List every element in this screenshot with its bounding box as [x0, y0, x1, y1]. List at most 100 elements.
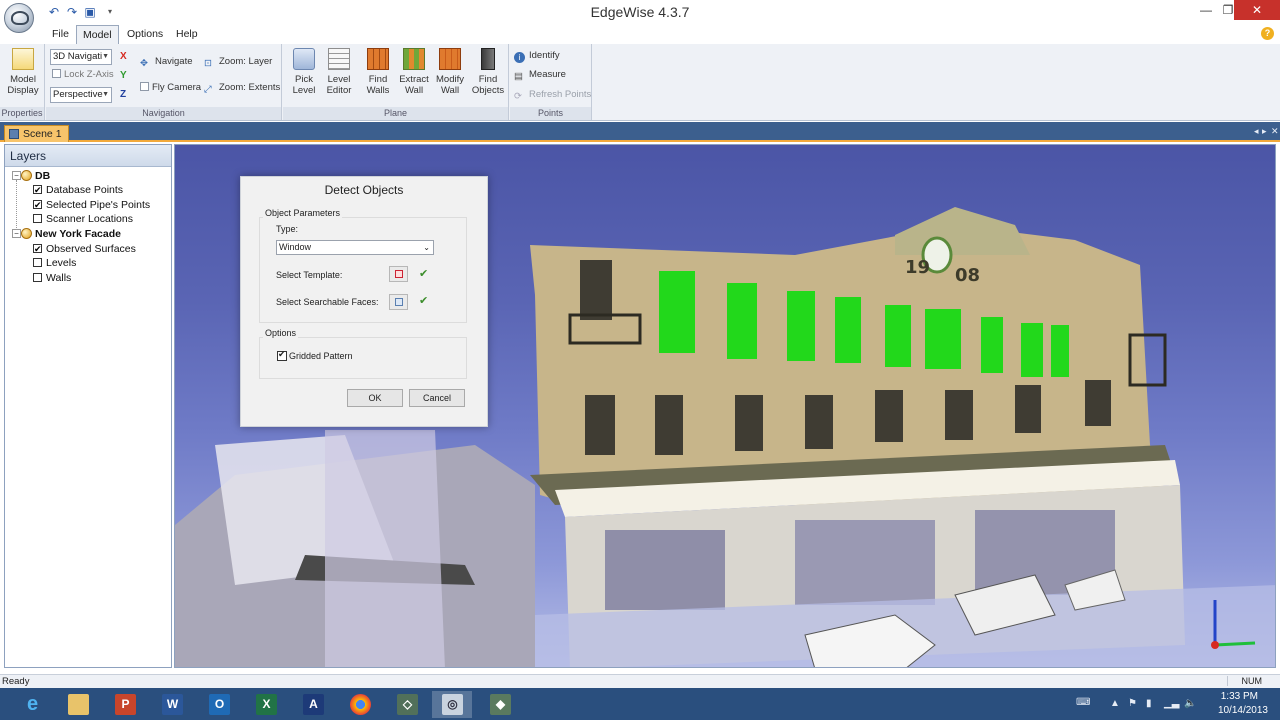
checkbox-walls[interactable]: [33, 273, 42, 282]
expand-facade-icon[interactable]: −: [12, 229, 21, 238]
signal-icon[interactable]: ▁▃: [1164, 698, 1179, 709]
facade-window: [735, 395, 763, 451]
tab-model[interactable]: Model: [76, 25, 119, 44]
scroll-right-icon[interactable]: ▸: [1262, 126, 1267, 137]
select-faces-button[interactable]: [389, 294, 408, 310]
identify-button[interactable]: i Identify: [514, 49, 560, 63]
type-select[interactable]: Window ⌄: [276, 240, 434, 255]
app3-taskbar-button[interactable]: ◆: [480, 691, 520, 718]
find-objects-icon: [481, 48, 495, 70]
layer-observed-surfaces[interactable]: Observed Surfaces: [33, 242, 136, 256]
extract-wall-label-2: Wall: [404, 85, 424, 96]
axis-z-button[interactable]: Z: [120, 89, 126, 100]
layer-db[interactable]: DB: [21, 169, 50, 183]
tab-scene-1[interactable]: Scene 1: [4, 125, 69, 142]
fly-camera-checkbox[interactable]: Fly Camera: [140, 81, 201, 95]
group-label-points: Points: [510, 107, 591, 120]
app2-taskbar-button[interactable]: ◇: [387, 691, 427, 718]
layer-scanner-locations[interactable]: Scanner Locations: [33, 212, 133, 226]
layer-walls[interactable]: Walls: [33, 271, 71, 285]
num-lock-indicator: NUM: [1226, 676, 1262, 686]
pick-level-button[interactable]: Pick Level: [287, 48, 321, 96]
zoom-layer-button[interactable]: ⊡ Zoom: Layer: [204, 55, 272, 69]
select-template-button[interactable]: [389, 266, 408, 282]
network-icon[interactable]: ▮: [1146, 698, 1152, 709]
navigate-icon: ✥: [140, 58, 148, 69]
axis-y-button[interactable]: Y: [120, 70, 127, 81]
clock-date[interactable]: 10/14/2013: [1218, 705, 1268, 716]
excel-taskbar-button[interactable]: X: [246, 691, 286, 718]
excel-icon: X: [256, 694, 277, 715]
navigation-mode-value: 3D Navigati: [53, 51, 103, 62]
model-display-button[interactable]: Model Display: [5, 48, 41, 96]
expand-db-icon[interactable]: −: [12, 171, 21, 180]
options-label: Options: [263, 328, 299, 338]
level-editor-button[interactable]: Level Editor: [322, 48, 356, 96]
zoom-extents-button[interactable]: ⤢ Zoom: Extents: [204, 81, 280, 95]
ok-button[interactable]: OK: [347, 389, 403, 407]
facade-window: [805, 395, 833, 449]
object-parameters-label: Object Parameters: [263, 208, 343, 218]
word-taskbar-button[interactable]: W: [152, 691, 192, 718]
status-text: Ready: [2, 676, 30, 687]
detected-window: [835, 297, 861, 363]
extract-wall-button[interactable]: Extract Wall: [396, 48, 432, 96]
cancel-button[interactable]: Cancel: [409, 389, 465, 407]
close-tab-icon[interactable]: ✕: [1271, 126, 1279, 137]
layer-selected-pipes-points[interactable]: Selected Pipe's Points: [33, 198, 150, 212]
flag-icon[interactable]: ⚑: [1128, 698, 1137, 709]
app2-icon: ◇: [397, 694, 418, 715]
find-objects-button[interactable]: Find Objects: [470, 48, 506, 96]
modify-wall-button[interactable]: Modify Wall: [432, 48, 468, 96]
navigation-mode-combo[interactable]: 3D Navigati ▼: [50, 49, 112, 65]
facade-window: [1015, 385, 1041, 433]
checkbox-selected-pipes-points[interactable]: [33, 198, 42, 212]
help-icon[interactable]: ?: [1261, 27, 1274, 40]
powerpoint-taskbar-button[interactable]: P: [105, 691, 145, 718]
keyboard-icon[interactable]: ⌨: [1076, 697, 1090, 708]
app-menu-orb[interactable]: [4, 3, 34, 33]
layer-new-york-facade[interactable]: New York Facade: [21, 227, 121, 241]
storefront-window: [605, 530, 725, 610]
tab-help[interactable]: Help: [170, 25, 204, 44]
checkbox-levels[interactable]: [33, 258, 42, 267]
find-objects-label-1: Find: [478, 74, 498, 85]
navigate-button[interactable]: ✥ Navigate: [140, 55, 193, 69]
ie-taskbar-button[interactable]: e: [12, 691, 52, 718]
show-hidden-icons-icon[interactable]: ▲: [1110, 698, 1120, 709]
clock-time[interactable]: 1:33 PM: [1221, 691, 1258, 702]
layer-levels[interactable]: Levels: [33, 256, 76, 270]
checkbox-database-points[interactable]: [33, 183, 42, 197]
lock-z-axis-checkbox[interactable]: Lock Z-Axis: [52, 68, 114, 82]
layer-scanner-locations-label: Scanner Locations: [46, 213, 133, 225]
layer-database-points[interactable]: Database Points: [33, 183, 123, 197]
volume-icon[interactable]: 🔈: [1184, 698, 1196, 709]
app-taskbar-button[interactable]: A: [293, 691, 333, 718]
layer-observed-surfaces-label: Observed Surfaces: [46, 243, 136, 255]
checkbox-observed-surfaces[interactable]: [33, 242, 42, 256]
explorer-icon: [68, 694, 89, 715]
checkbox-scanner-locations[interactable]: [33, 214, 42, 223]
close-button[interactable]: ✕: [1234, 0, 1280, 20]
refresh-points-button[interactable]: ⟳ Refresh Points: [514, 88, 591, 102]
measure-button[interactable]: ▤ Measure: [514, 68, 566, 82]
pick-level-icon: [293, 48, 315, 70]
level-editor-label-1: Level: [327, 74, 351, 85]
scroll-left-icon[interactable]: ◂: [1254, 126, 1259, 137]
outlook-taskbar-button[interactable]: O: [199, 691, 239, 718]
axis-x-button[interactable]: X: [120, 51, 127, 62]
projection-combo[interactable]: Perspective ▼: [50, 87, 112, 103]
edgewise-taskbar-button[interactable]: ◎: [432, 691, 472, 718]
measure-label: Measure: [529, 69, 566, 80]
modify-wall-label-2: Wall: [440, 85, 460, 96]
tab-options[interactable]: Options: [121, 25, 169, 44]
layer-group-icon: [21, 228, 32, 239]
detected-window: [787, 291, 815, 361]
tab-file[interactable]: File: [46, 25, 75, 44]
explorer-taskbar-button[interactable]: [58, 691, 98, 718]
facade-window: [580, 260, 612, 320]
storefront-window: [795, 520, 935, 605]
find-walls-button[interactable]: Find Walls: [361, 48, 395, 96]
chrome-taskbar-button[interactable]: [340, 691, 380, 718]
gridded-pattern-checkbox[interactable]: [277, 349, 287, 361]
